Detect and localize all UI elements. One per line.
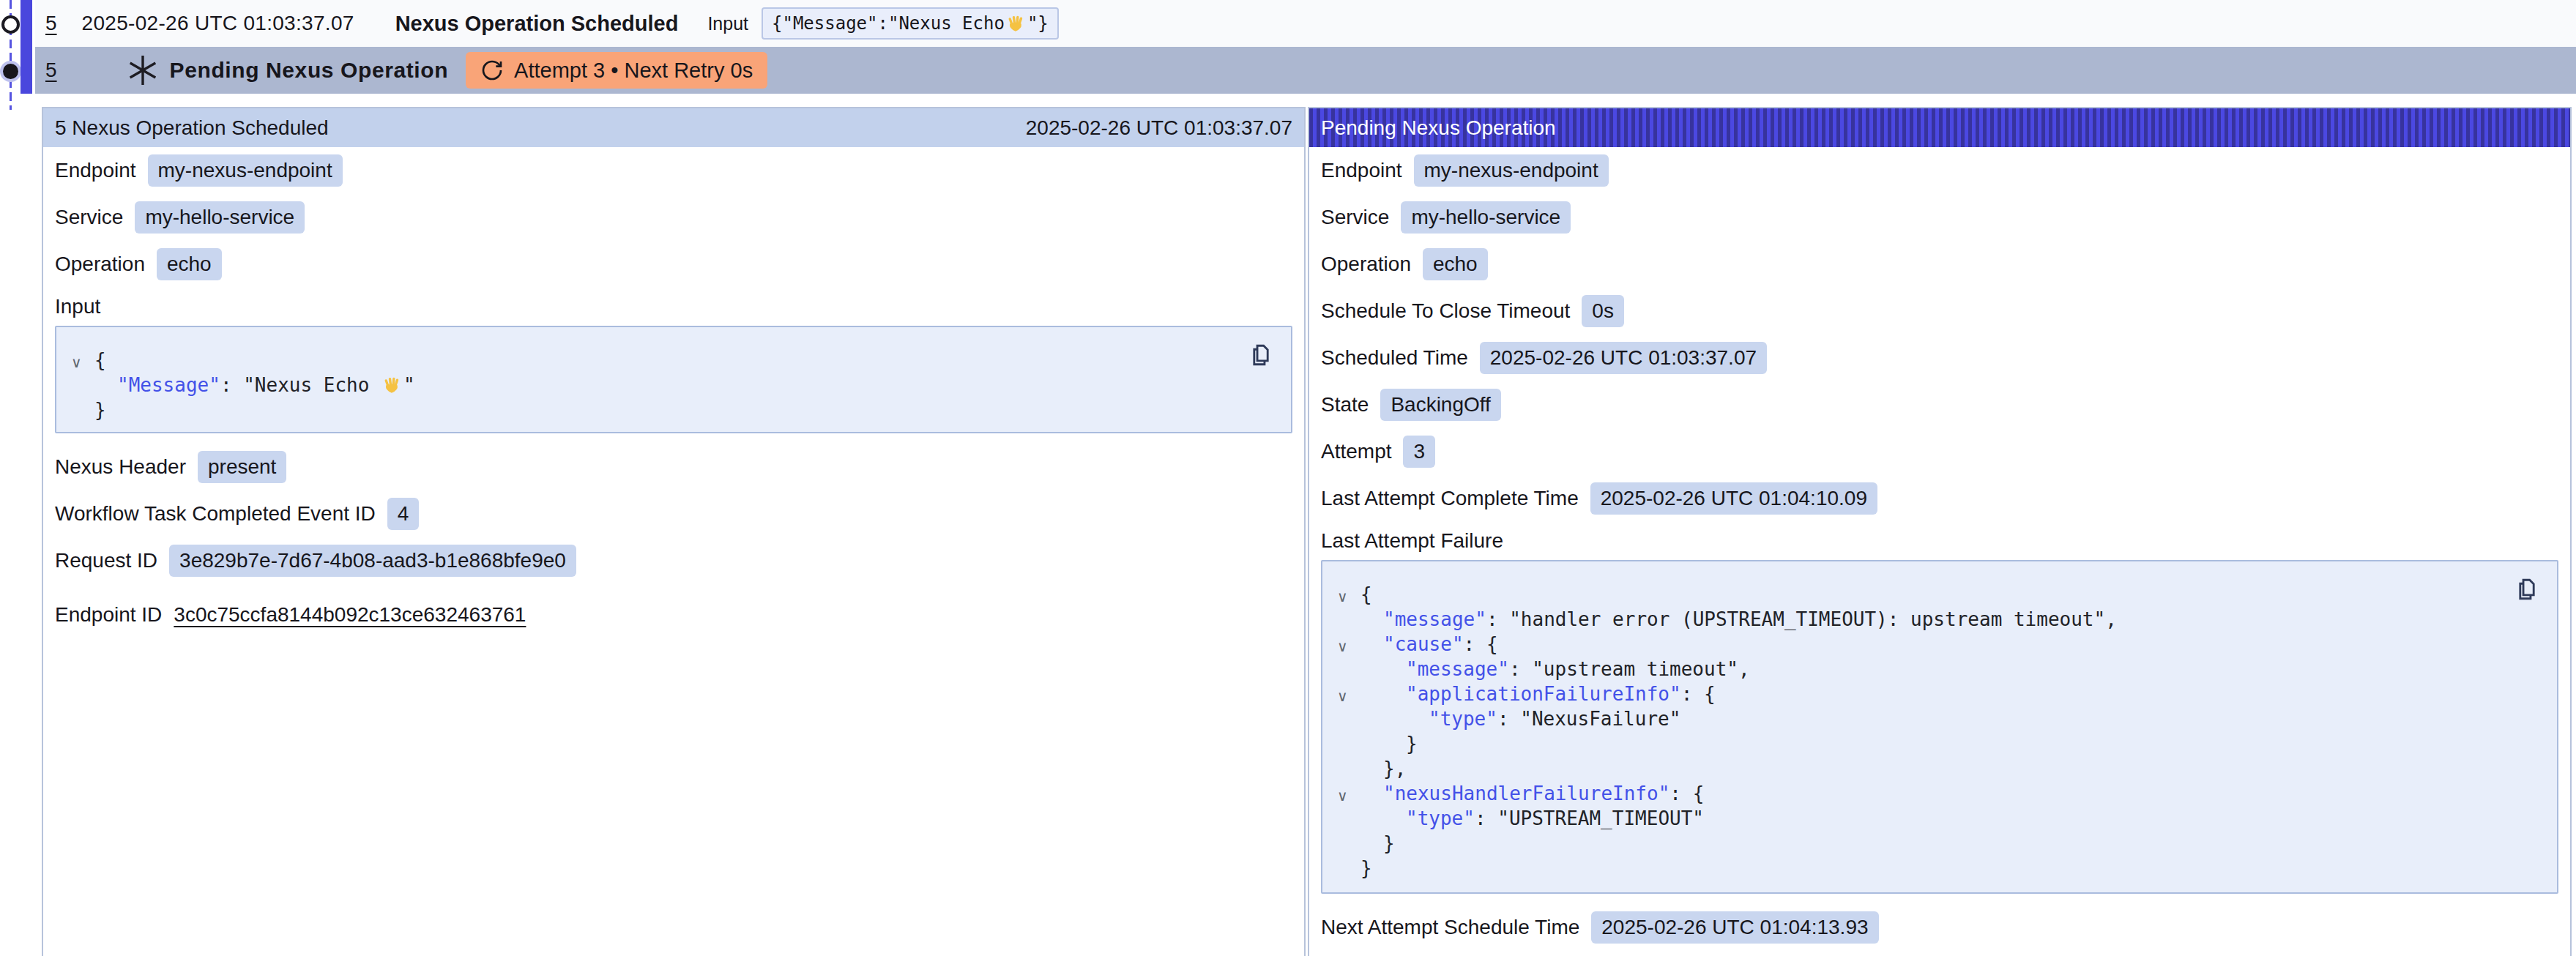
field-label: Nexus Header bbox=[55, 455, 186, 479]
field-label: Endpoint bbox=[1321, 159, 1402, 182]
field-value-badge: my-nexus-endpoint bbox=[1414, 154, 1609, 187]
field-value-badge: my-nexus-endpoint bbox=[148, 154, 343, 187]
field-label: Operation bbox=[1321, 253, 1411, 276]
field-value-badge: 2025-02-26 UTC 01:03:37.07 bbox=[1480, 342, 1767, 375]
field-value-badge: 2025-02-26 UTC 01:04:10.09 bbox=[1590, 482, 1877, 515]
field-label: Endpoint ID bbox=[55, 603, 162, 627]
field-endpoint: Endpoint my-nexus-endpoint bbox=[1321, 147, 2558, 194]
field-label: Request ID bbox=[55, 549, 157, 572]
field-endpoint: Endpoint my-nexus-endpoint bbox=[55, 147, 1292, 194]
failure-code-block: ∨{ "message": "handler error (UPSTREAM_T… bbox=[1321, 560, 2558, 894]
endpoint-id-link[interactable]: 3c0c75ccfa8144b092c13ce632463761 bbox=[174, 603, 526, 627]
right-panel-title: Pending Nexus Operation bbox=[1321, 116, 1556, 140]
timeline-node-filled bbox=[3, 64, 18, 79]
field-service: Service my-hello-service bbox=[55, 194, 1292, 241]
collapse-chevron-icon[interactable]: ∨ bbox=[71, 355, 82, 370]
field-service: Service my-hello-service bbox=[1321, 194, 2558, 241]
copy-icon[interactable] bbox=[1248, 342, 1273, 368]
field-value-badge: echo bbox=[1423, 248, 1488, 281]
field-value-badge: 4 bbox=[387, 498, 420, 531]
field-value-badge: 0s bbox=[1582, 295, 1624, 328]
field-value-badge: my-hello-service bbox=[1401, 201, 1571, 234]
left-panel-time: 2025-02-26 UTC 01:03:37.07 bbox=[1026, 116, 1292, 140]
field-last-attempt-complete-time: Last Attempt Complete Time 2025-02-26 UT… bbox=[1321, 475, 2558, 522]
collapse-chevron-icon[interactable]: ∨ bbox=[1337, 639, 1348, 654]
field-label: Workflow Task Completed Event ID bbox=[55, 502, 376, 526]
selection-accent-bar bbox=[21, 0, 32, 94]
field-value-badge: BackingOff bbox=[1380, 389, 1500, 422]
field-state: State BackingOff bbox=[1321, 381, 2558, 428]
detail-panels: 5 Nexus Operation Scheduled 2025-02-26 U… bbox=[42, 107, 2572, 956]
timeline-node-open bbox=[1, 15, 20, 34]
right-panel-header: Pending Nexus Operation bbox=[1309, 108, 2570, 147]
field-label: Service bbox=[55, 206, 123, 229]
event-timestamp: 2025-02-26 UTC 01:03:37.07 bbox=[82, 12, 354, 35]
field-label: Scheduled Time bbox=[1321, 346, 1468, 370]
event-title: Nexus Operation Scheduled bbox=[395, 12, 679, 36]
copy-icon[interactable] bbox=[2514, 576, 2539, 602]
retry-icon bbox=[480, 59, 504, 82]
input-code-block: ∨{ "Message": "Nexus Echo " } bbox=[55, 326, 1292, 433]
field-value-badge: echo bbox=[157, 248, 222, 281]
left-panel-title: 5 Nexus Operation Scheduled bbox=[55, 116, 329, 140]
waving-hand-icon bbox=[382, 376, 402, 395]
panel-nexus-operation-scheduled: 5 Nexus Operation Scheduled 2025-02-26 U… bbox=[42, 107, 1306, 956]
last-attempt-failure-label: Last Attempt Failure bbox=[1321, 522, 2558, 560]
collapse-chevron-icon[interactable]: ∨ bbox=[1337, 589, 1348, 604]
pending-title: Pending Nexus Operation bbox=[170, 58, 449, 83]
input-section-label: Input bbox=[55, 288, 1292, 326]
field-attempt: Attempt 3 bbox=[1321, 428, 2558, 475]
field-label: Last Attempt Complete Time bbox=[1321, 487, 1579, 510]
field-value-badge: my-hello-service bbox=[135, 201, 305, 234]
retry-badge: Attempt 3 • Next Retry 0s bbox=[466, 52, 767, 89]
field-next-attempt-schedule-time: Next Attempt Schedule Time 2025-02-26 UT… bbox=[1321, 904, 2558, 951]
pending-id-link[interactable]: 5 bbox=[45, 59, 57, 82]
collapse-chevron-icon[interactable]: ∨ bbox=[1337, 689, 1348, 703]
field-operation: Operation echo bbox=[1321, 241, 2558, 288]
pending-operation-row[interactable]: 5 Pending Nexus Operation Attempt 3 • Ne… bbox=[35, 47, 2576, 94]
event-row-scheduled[interactable]: 5 2025-02-26 UTC 01:03:37.07 Nexus Opera… bbox=[35, 0, 2576, 47]
field-label: Schedule To Close Timeout bbox=[1321, 299, 1570, 323]
pending-asterisk-icon bbox=[126, 53, 160, 87]
field-operation: Operation echo bbox=[55, 241, 1292, 288]
event-id-link[interactable]: 5 bbox=[45, 12, 57, 35]
field-label: State bbox=[1321, 393, 1369, 417]
left-panel-header: 5 Nexus Operation Scheduled 2025-02-26 U… bbox=[43, 108, 1304, 147]
collapse-chevron-icon[interactable]: ∨ bbox=[1337, 788, 1348, 803]
field-scheduled-time: Scheduled Time 2025-02-26 UTC 01:03:37.0… bbox=[1321, 335, 2558, 381]
field-workflow-task-completed-event-id: Workflow Task Completed Event ID 4 bbox=[55, 490, 1292, 537]
retry-badge-label: Attempt 3 • Next Retry 0s bbox=[514, 59, 753, 83]
field-schedule-to-close-timeout: Schedule To Close Timeout 0s bbox=[1321, 288, 2558, 335]
field-label: Service bbox=[1321, 206, 1389, 229]
panel-pending-nexus-operation: Pending Nexus Operation Endpoint my-nexu… bbox=[1308, 107, 2572, 956]
field-label: Next Attempt Schedule Time bbox=[1321, 916, 1579, 939]
field-label: Operation bbox=[55, 253, 145, 276]
field-nexus-header: Nexus Header present bbox=[55, 444, 1292, 490]
field-label: Attempt bbox=[1321, 440, 1391, 463]
field-value-badge: 3e829b7e-7d67-4b08-aad3-b1e868bfe9e0 bbox=[169, 545, 576, 578]
field-value-badge: present bbox=[198, 451, 286, 484]
field-request-id: Request ID 3e829b7e-7d67-4b08-aad3-b1e86… bbox=[55, 537, 1292, 584]
waving-hand-icon bbox=[1006, 14, 1026, 34]
field-value-badge: 2025-02-26 UTC 01:04:13.93 bbox=[1591, 911, 1878, 944]
field-endpoint-id: Endpoint ID 3c0c75ccfa8144b092c13ce63246… bbox=[55, 591, 1292, 638]
input-label: Input bbox=[707, 13, 748, 34]
input-json-badge: {"Message":"Nexus Echo "} bbox=[762, 7, 1059, 40]
field-value-badge: 3 bbox=[1403, 436, 1435, 468]
field-label: Endpoint bbox=[55, 159, 136, 182]
